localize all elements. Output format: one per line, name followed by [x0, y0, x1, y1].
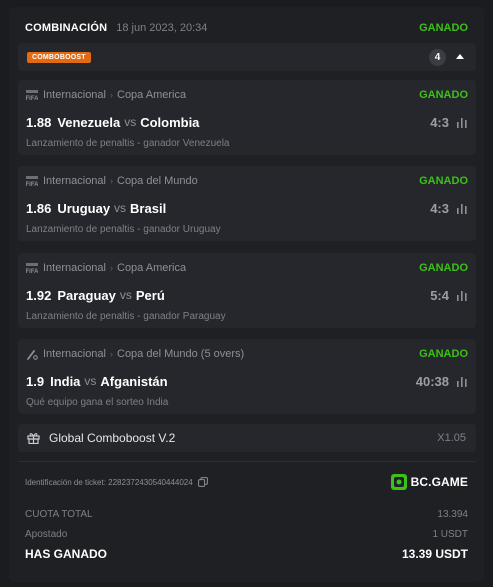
- away-team: Colombia: [140, 114, 200, 130]
- boost-multiplier: X1.05: [437, 432, 466, 444]
- bet-slip-card: COMBINACIÓN 18 jun 2023, 20:34 GANADO CO…: [9, 7, 484, 582]
- brand-name: BC.GAME: [410, 475, 468, 489]
- stats-icon[interactable]: [456, 117, 468, 128]
- bet-odds: 1.92: [26, 287, 52, 303]
- boost-row: Global Comboboost V.2 X1.05: [18, 424, 476, 452]
- fifa-icon: FIFA: [26, 175, 38, 187]
- home-team: India: [50, 373, 81, 389]
- bet-status: GANADO: [419, 262, 468, 274]
- breadcrumb-separator: ›: [110, 90, 113, 100]
- divider: [18, 461, 476, 462]
- final-score: 5:4: [430, 287, 449, 303]
- bet-category: Internacional: [43, 348, 106, 360]
- final-score: 4:3: [430, 114, 449, 130]
- home-team: Paraguay: [57, 287, 116, 303]
- caret-up-icon[interactable]: [456, 54, 464, 59]
- stake-row: Apostado 1 USDT: [25, 527, 468, 541]
- bet-market: Lanzamiento de penaltis - ganador Paragu…: [26, 311, 226, 322]
- bet-odds: 1.9: [26, 373, 45, 389]
- bet-status: GANADO: [419, 348, 468, 360]
- slip-header: COMBINACIÓN 18 jun 2023, 20:34 GANADO: [25, 20, 468, 36]
- cricket-icon: [27, 349, 38, 360]
- stats-icon[interactable]: [456, 203, 468, 214]
- bet-main-row: 1.88 Venezuela vs Colombia 4:3: [26, 113, 468, 131]
- bet-main-row: 1.92 Paraguay vs Perú 5:4: [26, 286, 468, 304]
- stats-icon[interactable]: [456, 290, 468, 301]
- bet-meta: FIFA Internacional › Copa del Mundo GANA…: [26, 175, 468, 187]
- breadcrumb-separator: ›: [110, 176, 113, 186]
- away-team: Afganistán: [100, 373, 168, 389]
- bet-selection[interactable]: FIFA Internacional › Copa del Mundo GANA…: [18, 166, 476, 241]
- vs-label: vs: [124, 115, 137, 129]
- bet-category: Internacional: [43, 262, 106, 274]
- slip-status-badge: GANADO: [419, 22, 468, 34]
- bet-meta: FIFA Internacional › Copa America GANADO: [26, 89, 468, 101]
- total-odds-label: CUOTA TOTAL: [25, 508, 93, 520]
- final-score: 4:3: [430, 200, 449, 216]
- comboboost-badge: COMBOBOOST: [27, 52, 91, 63]
- stake-label: Apostado: [25, 528, 68, 540]
- selection-count-badge: 4: [429, 49, 446, 66]
- bet-odds: 1.86: [26, 200, 52, 216]
- gift-icon: [27, 433, 40, 444]
- bet-meta: Internacional › Copa del Mundo (5 overs)…: [26, 348, 468, 360]
- vs-label: vs: [84, 374, 97, 388]
- bet-league[interactable]: Copa America: [117, 89, 186, 101]
- total-odds-row: CUOTA TOTAL 13.394: [25, 507, 468, 521]
- bet-selection[interactable]: Internacional › Copa del Mundo (5 overs)…: [18, 339, 476, 414]
- home-team: Uruguay: [57, 200, 111, 216]
- stats-icon[interactable]: [456, 376, 468, 387]
- bet-market: Lanzamiento de penaltis - ganador Venezu…: [26, 138, 230, 149]
- winnings-label: HAS GANADO: [25, 547, 108, 561]
- combo-toggle-bar[interactable]: COMBOBOOST 4: [18, 43, 476, 71]
- vs-label: vs: [119, 288, 132, 302]
- svg-text:FIFA: FIFA: [26, 182, 38, 187]
- bet-league[interactable]: Copa America: [117, 262, 186, 274]
- fifa-icon: FIFA: [26, 89, 38, 101]
- copy-icon[interactable]: [197, 477, 208, 487]
- stake-value: 1 USDT: [432, 528, 468, 540]
- bet-market: Lanzamiento de penaltis - ganador Urugua…: [26, 224, 221, 235]
- bet-market: Qué equipo gana el sorteo India: [26, 397, 169, 408]
- bet-main-row: 1.86 Uruguay vs Brasil 4:3: [26, 199, 468, 217]
- bet-league[interactable]: Copa del Mundo (5 overs): [117, 348, 244, 360]
- ticket-id: Identificación de ticket: 22823724305404…: [25, 477, 193, 487]
- bet-status: GANADO: [419, 175, 468, 187]
- ticket-row: Identificación de ticket: 22823724305404…: [25, 472, 468, 492]
- bet-selection[interactable]: FIFA Internacional › Copa America GANADO…: [18, 253, 476, 328]
- away-team: Perú: [135, 287, 165, 303]
- svg-text:FIFA: FIFA: [26, 269, 38, 274]
- bc-game-logo-icon: [390, 474, 407, 490]
- winnings-row: HAS GANADO 13.39 USDT: [25, 547, 468, 561]
- svg-text:FIFA: FIFA: [26, 96, 38, 101]
- bet-status: GANADO: [419, 89, 468, 101]
- bet-meta: FIFA Internacional › Copa America GANADO: [26, 262, 468, 274]
- home-team: Venezuela: [57, 114, 121, 130]
- bet-league[interactable]: Copa del Mundo: [117, 175, 198, 187]
- bet-type-label: COMBINACIÓN: [25, 22, 108, 34]
- winnings-value: 13.39 USDT: [401, 547, 468, 561]
- bet-category: Internacional: [43, 89, 106, 101]
- bet-odds: 1.88: [26, 114, 52, 130]
- fifa-icon: FIFA: [26, 262, 38, 274]
- bet-selection[interactable]: FIFA Internacional › Copa America GANADO…: [18, 80, 476, 155]
- vs-label: vs: [114, 201, 127, 215]
- boost-name: Global Comboboost V.2: [49, 431, 176, 445]
- bet-date: 18 jun 2023, 20:34: [116, 22, 208, 34]
- bet-category: Internacional: [43, 175, 106, 187]
- breadcrumb-separator: ›: [110, 349, 113, 359]
- final-score: 40:38: [415, 373, 449, 389]
- bet-main-row: 1.9 India vs Afganistán 40:38: [26, 372, 468, 390]
- total-odds-value: 13.394: [437, 508, 468, 520]
- away-team: Brasil: [130, 200, 167, 216]
- breadcrumb-separator: ›: [110, 263, 113, 273]
- brand-logo: BC.GAME: [390, 474, 468, 490]
